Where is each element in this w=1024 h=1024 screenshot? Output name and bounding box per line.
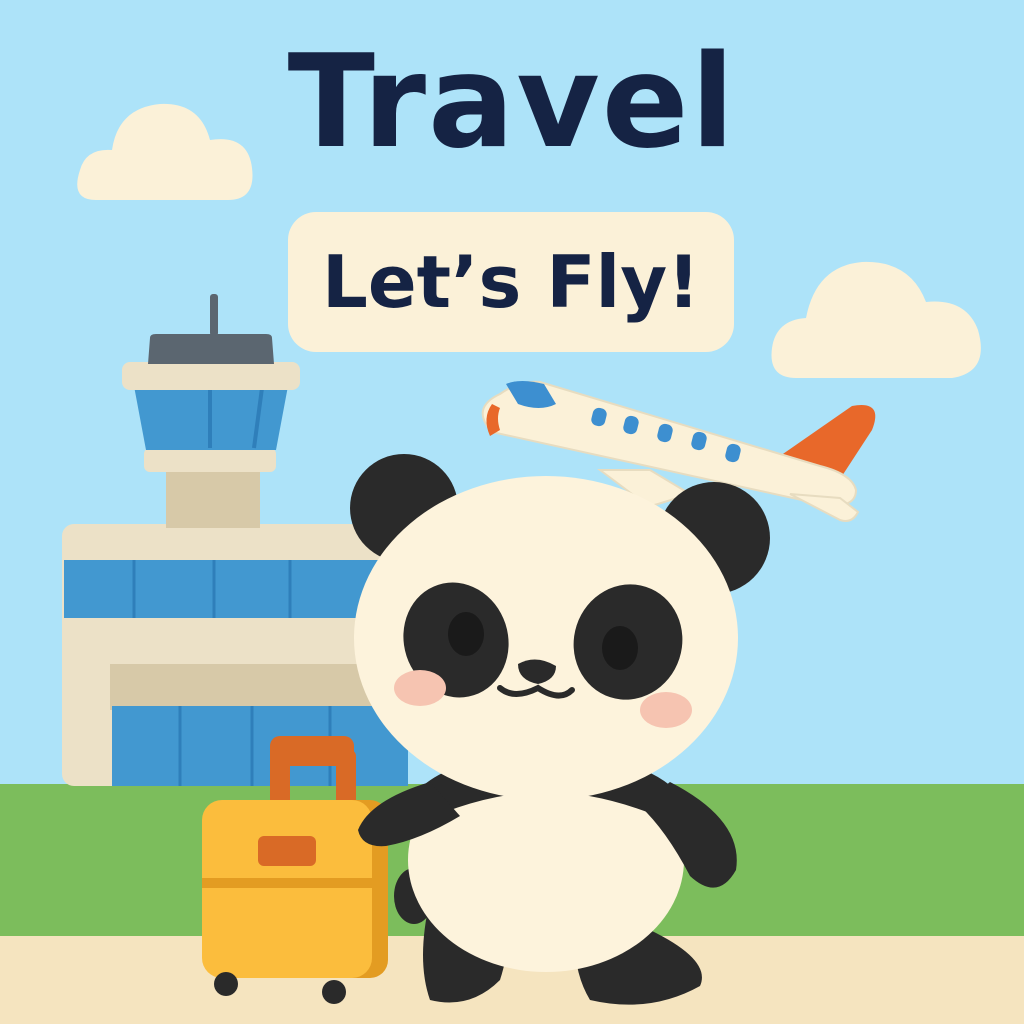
subtitle-text: Let’s Fly! (321, 240, 701, 324)
poster-canvas: Travel Let’s Fly! (0, 0, 1024, 1024)
poster-title: Travel (287, 28, 737, 177)
subtitle-badge: Let’s Fly! (288, 212, 734, 352)
